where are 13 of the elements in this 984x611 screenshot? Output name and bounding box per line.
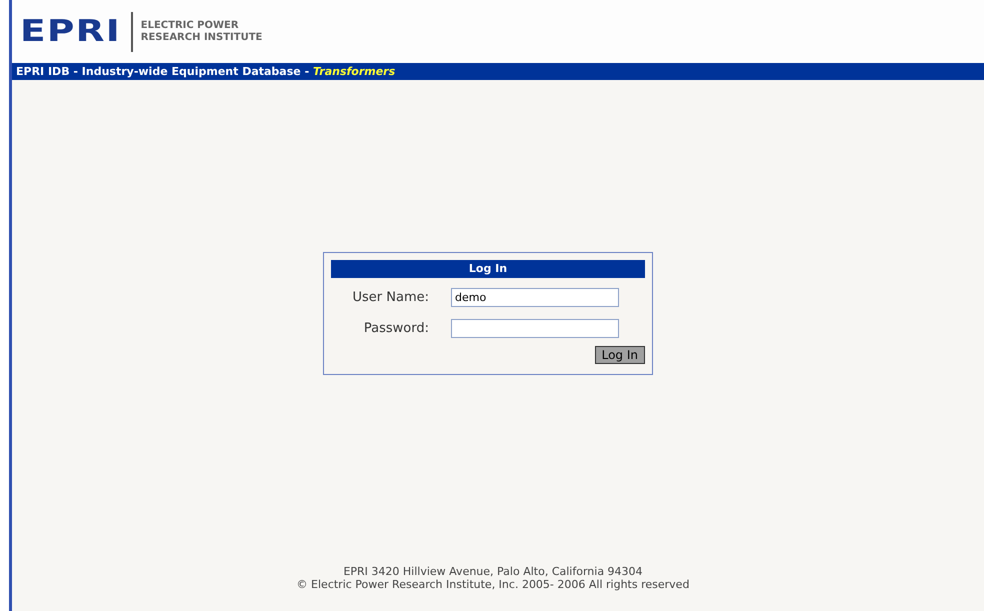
field-label: User Name: xyxy=(352,290,430,305)
logo-wordmark: EPRI xyxy=(20,14,121,49)
login-button[interactable]: Log In xyxy=(594,346,645,364)
section-name: Transformers xyxy=(312,65,396,78)
username-field[interactable]: demo xyxy=(451,288,619,307)
field-label: Password: xyxy=(362,321,430,336)
footer-text: EPRI 3420 Hillview Avenue, Palo Alto, California 94304 xyxy=(342,565,644,578)
page-title: EPRI IDB - Industry-wide Equipment Database - xyxy=(16,65,310,78)
footer-text: © Electric Power Research Institute, Inc. 2005- 2006 All rights reserved xyxy=(296,578,690,591)
password-field[interactable] xyxy=(451,319,619,338)
logo-tagline: ELECTRIC POWER xyxy=(140,20,240,32)
login-heading: Log In xyxy=(331,260,645,278)
logo-tagline: RESEARCH INSTITUTE xyxy=(140,32,262,44)
